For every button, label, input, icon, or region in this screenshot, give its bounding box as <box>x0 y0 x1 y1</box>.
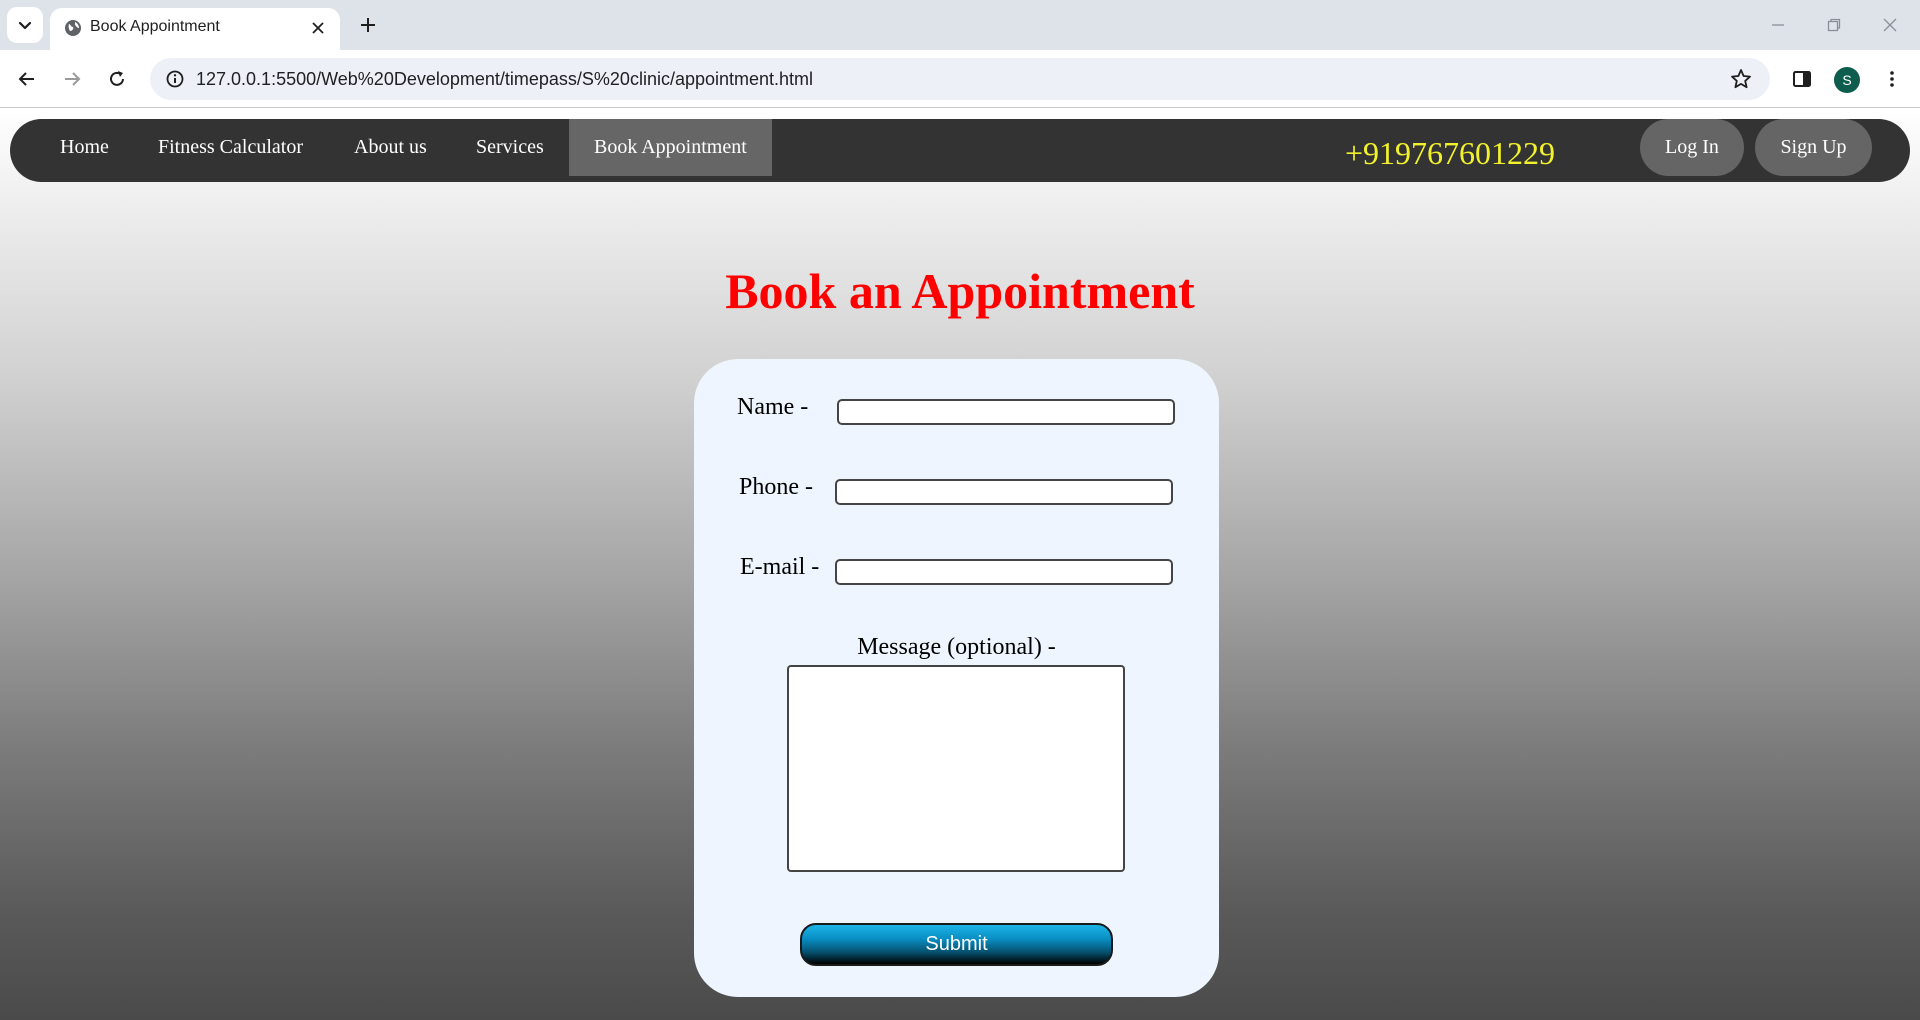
address-bar[interactable]: 127.0.0.1:5500/Web%20Development/timepas… <box>150 58 1770 100</box>
browser-tabstrip: Book Appointment <box>0 0 1920 50</box>
info-icon <box>166 70 184 88</box>
nav-fitness-calculator[interactable]: Fitness Calculator <box>133 119 328 176</box>
reload-icon <box>110 71 124 86</box>
phone-label: Phone - <box>739 474 813 500</box>
globe-icon <box>65 20 81 36</box>
url-text[interactable]: 127.0.0.1:5500/Web%20Development/timepas… <box>196 69 813 90</box>
minimize-icon <box>1772 24 1784 26</box>
tab-title: Book Appointment <box>90 18 220 35</box>
signup-button[interactable]: Sign Up <box>1755 119 1872 176</box>
star-icon <box>1731 69 1751 89</box>
side-panel-button[interactable] <box>1784 61 1820 97</box>
minimize-button[interactable] <box>1750 0 1806 50</box>
name-label: Name - <box>737 394 809 420</box>
site-navbar: Home Fitness Calculator About us Service… <box>10 119 1910 182</box>
browser-menu-button[interactable] <box>1874 61 1910 97</box>
tab-search-button[interactable] <box>7 7 43 43</box>
arrow-left-icon <box>18 72 34 86</box>
back-button[interactable] <box>9 61 45 97</box>
nav-services[interactable]: Services <box>451 119 569 176</box>
nav-home[interactable]: Home <box>35 119 134 176</box>
chevron-down-icon <box>18 21 32 30</box>
tab-close-button[interactable] <box>304 14 332 42</box>
profile-avatar[interactable]: S <box>1834 67 1860 93</box>
page-title: Book an Appointment <box>725 263 1195 319</box>
bookmark-button[interactable] <box>1726 64 1756 94</box>
phone-number: +919767601229 <box>1345 135 1556 171</box>
close-icon <box>1883 18 1897 32</box>
message-textarea[interactable] <box>787 665 1125 872</box>
site-info-button[interactable] <box>160 64 190 94</box>
appointment-form: Name - Phone - E-mail - Message (optiona… <box>694 359 1219 997</box>
side-panel-icon <box>1793 71 1811 87</box>
kebab-menu-icon <box>1890 71 1894 87</box>
submit-button[interactable]: Submit <box>800 923 1113 966</box>
restore-icon <box>1827 18 1841 32</box>
name-input[interactable] <box>837 399 1175 425</box>
forward-button[interactable] <box>54 61 90 97</box>
nav-about-us[interactable]: About us <box>329 119 452 176</box>
page-viewport: Home Fitness Calculator About us Service… <box>0 109 1920 1020</box>
restore-button[interactable] <box>1806 0 1862 50</box>
new-tab-button[interactable] <box>352 9 384 41</box>
arrow-right-icon <box>65 72 81 86</box>
close-window-button[interactable] <box>1862 0 1918 50</box>
message-label: Message (optional) - <box>857 634 1056 660</box>
email-label: E-mail - <box>740 554 820 580</box>
nav-book-appointment[interactable]: Book Appointment <box>569 119 772 176</box>
close-icon <box>312 22 324 34</box>
login-button[interactable]: Log In <box>1640 119 1744 176</box>
phone-input[interactable] <box>835 479 1173 505</box>
email-input[interactable] <box>835 559 1173 585</box>
plus-icon <box>361 18 375 32</box>
browser-tab[interactable]: Book Appointment <box>50 8 340 50</box>
reload-button[interactable] <box>99 61 135 97</box>
browser-toolbar: 127.0.0.1:5500/Web%20Development/timepas… <box>0 50 1920 108</box>
